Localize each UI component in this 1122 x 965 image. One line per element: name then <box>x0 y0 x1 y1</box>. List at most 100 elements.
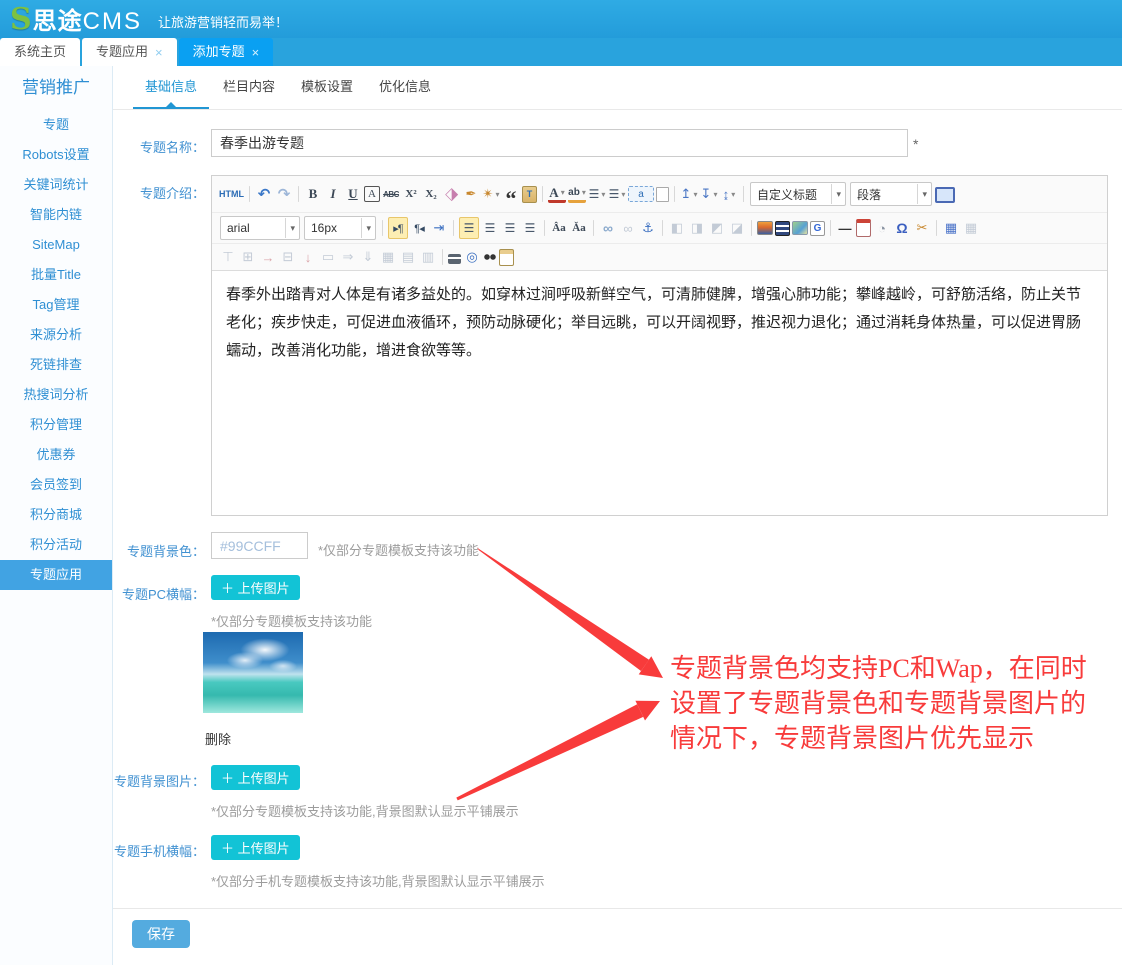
sidebar-item-source-analysis[interactable]: 来源分析 <box>0 320 112 350</box>
preview-icon[interactable]: ◎ <box>463 247 481 267</box>
table-grid-icon[interactable]: ▦ <box>379 247 397 267</box>
paragraph-format-select[interactable]: 段落 <box>850 182 932 206</box>
rtl-paragraph-icon[interactable]: ¶◂ <box>410 218 428 238</box>
bold-icon[interactable]: B <box>304 184 322 204</box>
blockquote-icon[interactable]: “ <box>502 179 520 209</box>
unlink-icon[interactable]: ∞ <box>619 218 637 238</box>
bg-image-upload-button[interactable]: ＋ 上传图片 <box>211 765 300 790</box>
line-height-icon[interactable]: ↨ <box>720 184 738 204</box>
underline-icon[interactable]: U <box>344 184 362 204</box>
delete-table-icon[interactable]: ▦ <box>962 218 980 238</box>
save-button[interactable]: 保存 <box>132 920 190 948</box>
to-uppercase-icon[interactable]: Âa <box>550 218 568 238</box>
insert-title-row-icon[interactable]: ⊞ <box>239 247 257 267</box>
char-border-icon[interactable]: A <box>364 186 380 202</box>
mobile-banner-upload-button[interactable]: ＋ 上传图片 <box>211 835 300 860</box>
eraser-icon[interactable]: ◪ <box>438 181 465 208</box>
screenshot-icon[interactable]: ✂ <box>913 218 931 238</box>
sidebar-item-sitemap[interactable]: SiteMap <box>0 230 112 260</box>
space-below-paragraph-icon[interactable]: ↧ <box>700 184 718 204</box>
to-lowercase-icon[interactable]: Ǎa <box>570 218 588 238</box>
split-to-columns-icon[interactable]: ▥ <box>419 247 437 267</box>
paste-text-icon[interactable]: T <box>522 186 537 203</box>
sidebar-item-smart-internal-links[interactable]: 智能内链 <box>0 200 112 230</box>
table-caption-icon[interactable]: ⊤ <box>219 247 237 267</box>
new-page-icon[interactable] <box>656 187 669 202</box>
format-painter-icon[interactable]: ✒ <box>462 184 480 204</box>
html-source-icon[interactable]: HTML <box>219 184 244 204</box>
auto-typeset-icon[interactable]: ✴ <box>482 184 500 204</box>
pc-banner-upload-button[interactable]: ＋ 上传图片 <box>211 575 300 600</box>
delete-column-icon[interactable]: ↓ <box>299 247 317 267</box>
sidebar-item-keyword-stats[interactable]: 关键词统计 <box>0 170 112 200</box>
split-to-rows-icon[interactable]: ▤ <box>399 247 417 267</box>
content-tab-basic-info[interactable]: 基础信息 <box>133 66 209 109</box>
ltr-paragraph-icon[interactable]: ▸¶ <box>388 217 408 239</box>
align-left-icon[interactable]: ☰ <box>459 217 479 239</box>
content-tab-seo-info[interactable]: 优化信息 <box>367 66 443 109</box>
sidebar-item-batch-title[interactable]: 批量Title <box>0 260 112 290</box>
preview-monitor-icon[interactable] <box>935 187 955 203</box>
sidebar-item-points-activity[interactable]: 积分活动 <box>0 530 112 560</box>
tab-system-home[interactable]: 系统主页 <box>0 38 80 66</box>
insert-map-icon[interactable] <box>792 221 808 235</box>
sidebar-item-tag-manage[interactable]: Tag管理 <box>0 290 112 320</box>
space-above-paragraph-icon[interactable]: ↥ <box>680 184 698 204</box>
split-cell-down-icon[interactable]: ⇓ <box>359 247 377 267</box>
inline-anchor-icon[interactable]: a <box>628 186 654 202</box>
sidebar-item-topic-app[interactable]: 专题应用 <box>0 560 112 590</box>
insert-time-icon[interactable]: ◔ <box>873 218 891 238</box>
redo-icon[interactable]: ↷ <box>275 184 293 204</box>
unordered-list-icon[interactable]: ☰ <box>608 184 626 204</box>
image-float-right-icon[interactable]: ◪ <box>728 218 746 238</box>
ordered-list-icon[interactable]: ☰ <box>588 184 606 204</box>
paste-icon[interactable] <box>499 249 514 266</box>
insert-table-icon[interactable]: ▦ <box>942 218 960 238</box>
content-tab-column-content[interactable]: 栏目内容 <box>211 66 287 109</box>
google-map-icon[interactable]: G <box>810 221 825 236</box>
tab-add-topic[interactable]: 添加专题 × <box>179 38 274 66</box>
tab-topic-app[interactable]: 专题应用 × <box>82 38 177 66</box>
sidebar-item-points-manage[interactable]: 积分管理 <box>0 410 112 440</box>
align-center-icon[interactable]: ☰ <box>481 218 499 238</box>
custom-title-select[interactable]: 自定义标题 <box>750 182 846 206</box>
image-inline-icon[interactable]: ◨ <box>688 218 706 238</box>
split-cell-right-icon[interactable]: ⇒ <box>339 247 357 267</box>
delete-banner-link[interactable]: 删除 <box>205 729 231 748</box>
sidebar-item-coupons[interactable]: 优惠券 <box>0 440 112 470</box>
insert-column-icon[interactable]: ⊟ <box>279 247 297 267</box>
italic-icon[interactable]: I <box>324 184 342 204</box>
align-right-icon[interactable]: ☰ <box>501 218 519 238</box>
sidebar-item-points-mall[interactable]: 积分商城 <box>0 500 112 530</box>
image-center-icon[interactable]: ◩ <box>708 218 726 238</box>
topic-name-input[interactable] <box>211 129 908 157</box>
content-tab-template-settings[interactable]: 模板设置 <box>289 66 365 109</box>
find-replace-icon[interactable] <box>483 252 497 262</box>
tab-close-icon[interactable]: × <box>252 46 260 59</box>
topic-bgcolor-input[interactable] <box>211 532 308 559</box>
sidebar-item-member-checkin[interactable]: 会员签到 <box>0 470 112 500</box>
image-float-left-icon[interactable]: ◧ <box>668 218 686 238</box>
font-size-select[interactable]: 16px <box>304 216 376 240</box>
sidebar-item-robots-settings[interactable]: Robots设置 <box>0 140 112 170</box>
horizontal-rule-icon[interactable]: — <box>836 218 854 238</box>
font-family-select[interactable]: arial <box>220 216 300 240</box>
tab-close-icon[interactable]: × <box>155 46 163 59</box>
superscript-icon[interactable]: X² <box>402 184 420 204</box>
delete-row-icon[interactable]: → <box>259 247 277 267</box>
link-icon[interactable]: ∞ <box>599 218 617 238</box>
strikethrough-icon[interactable]: ABC <box>382 184 400 204</box>
align-justify-icon[interactable]: ☰ <box>521 218 539 238</box>
insert-date-icon[interactable] <box>856 219 871 237</box>
sidebar-item-topics[interactable]: 专题 <box>0 110 112 140</box>
anchor-icon[interactable]: ⚓ <box>639 218 657 238</box>
print-icon[interactable] <box>448 254 461 264</box>
insert-image-icon[interactable] <box>757 221 773 235</box>
sidebar-item-hot-search-analysis[interactable]: 热搜词分析 <box>0 380 112 410</box>
first-line-indent-icon[interactable]: ⇥ <box>430 218 448 238</box>
highlight-color-icon[interactable]: ab <box>568 186 586 203</box>
editor-content-area[interactable]: 春季外出踏青对人体是有诸多益处的。如穿林过涧呼吸新鲜空气，可清肺健脾，增强心肺功… <box>212 271 1107 521</box>
insert-video-icon[interactable] <box>775 221 790 236</box>
sidebar-item-dead-link-check[interactable]: 死链排查 <box>0 350 112 380</box>
undo-icon[interactable]: ↶ <box>255 184 273 204</box>
